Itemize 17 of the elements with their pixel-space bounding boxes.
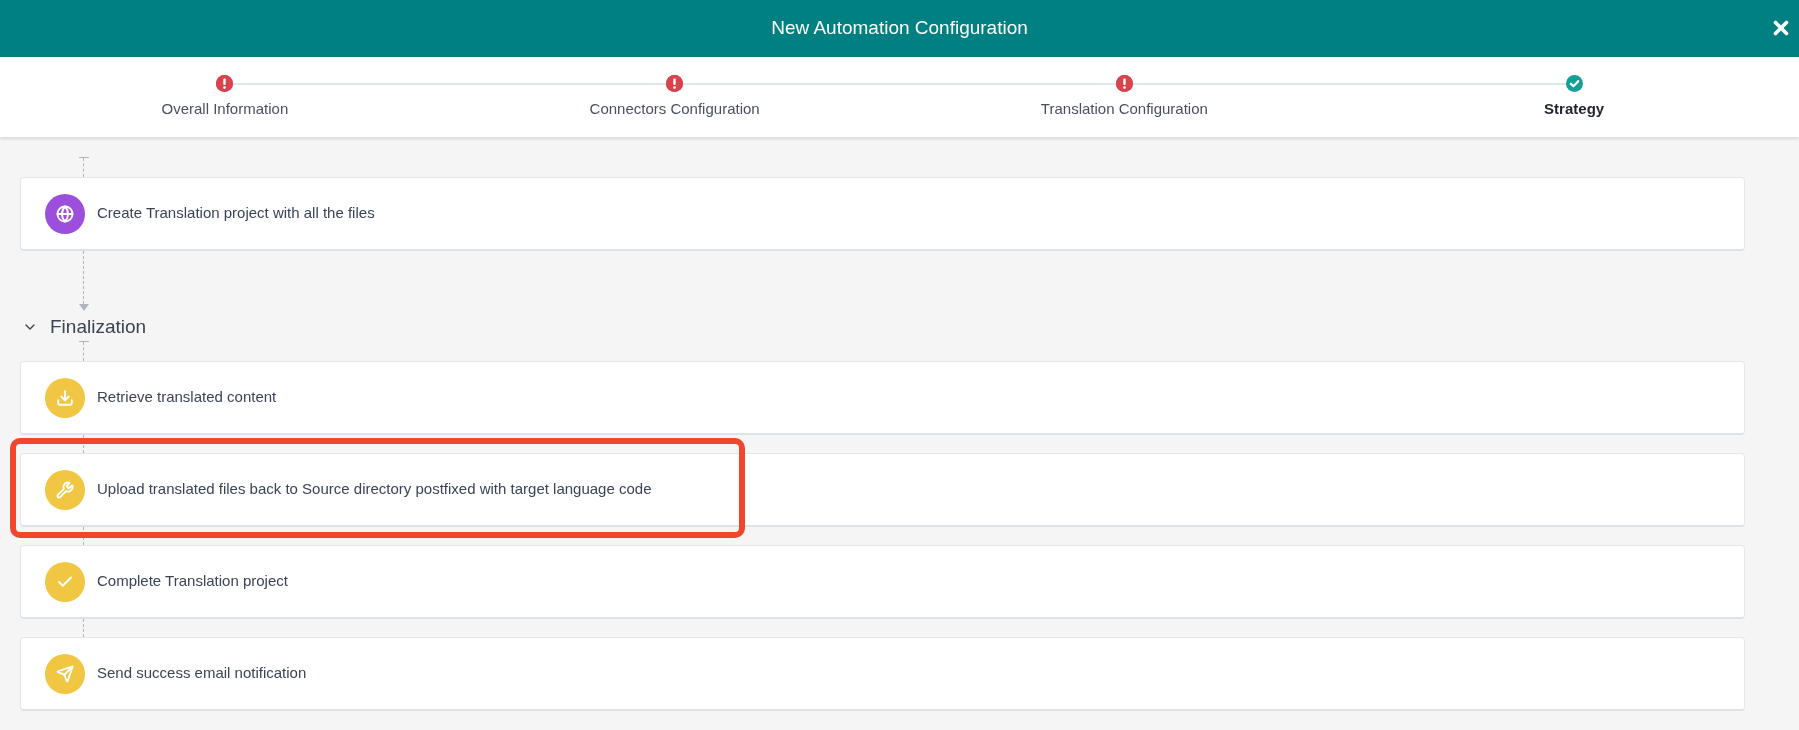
task-card[interactable]: Send success email notification [20,637,1745,711]
step-tab[interactable]: Overall Information [161,98,289,121]
task-card[interactable]: Retrieve translated content [20,361,1745,435]
task-label: Create Translation project with all the files [97,203,375,224]
task-label: Send success email notification [97,663,307,684]
dashed-arrow [78,251,89,311]
task-label: Retrieve translated content [97,387,277,408]
task-label: Complete Translation project [97,571,288,592]
step-tab[interactable]: Translation Configuration [1040,98,1208,121]
step-tab[interactable]: Connectors Configuration [589,98,760,121]
section-title: Finalization [50,314,147,339]
step-tab[interactable]: Strategy [1544,98,1605,121]
task-card[interactable]: Complete Translation project [20,545,1745,619]
task-card[interactable]: Upload translated files back to Source directory postfixed with target language code [20,453,1745,527]
task-label: Upload translated files back to Source directory postfixed with target language code [97,479,652,500]
window-title: New Automation Configuration [771,16,1028,41]
task-card[interactable]: Create Translation project with all the files [20,177,1745,251]
